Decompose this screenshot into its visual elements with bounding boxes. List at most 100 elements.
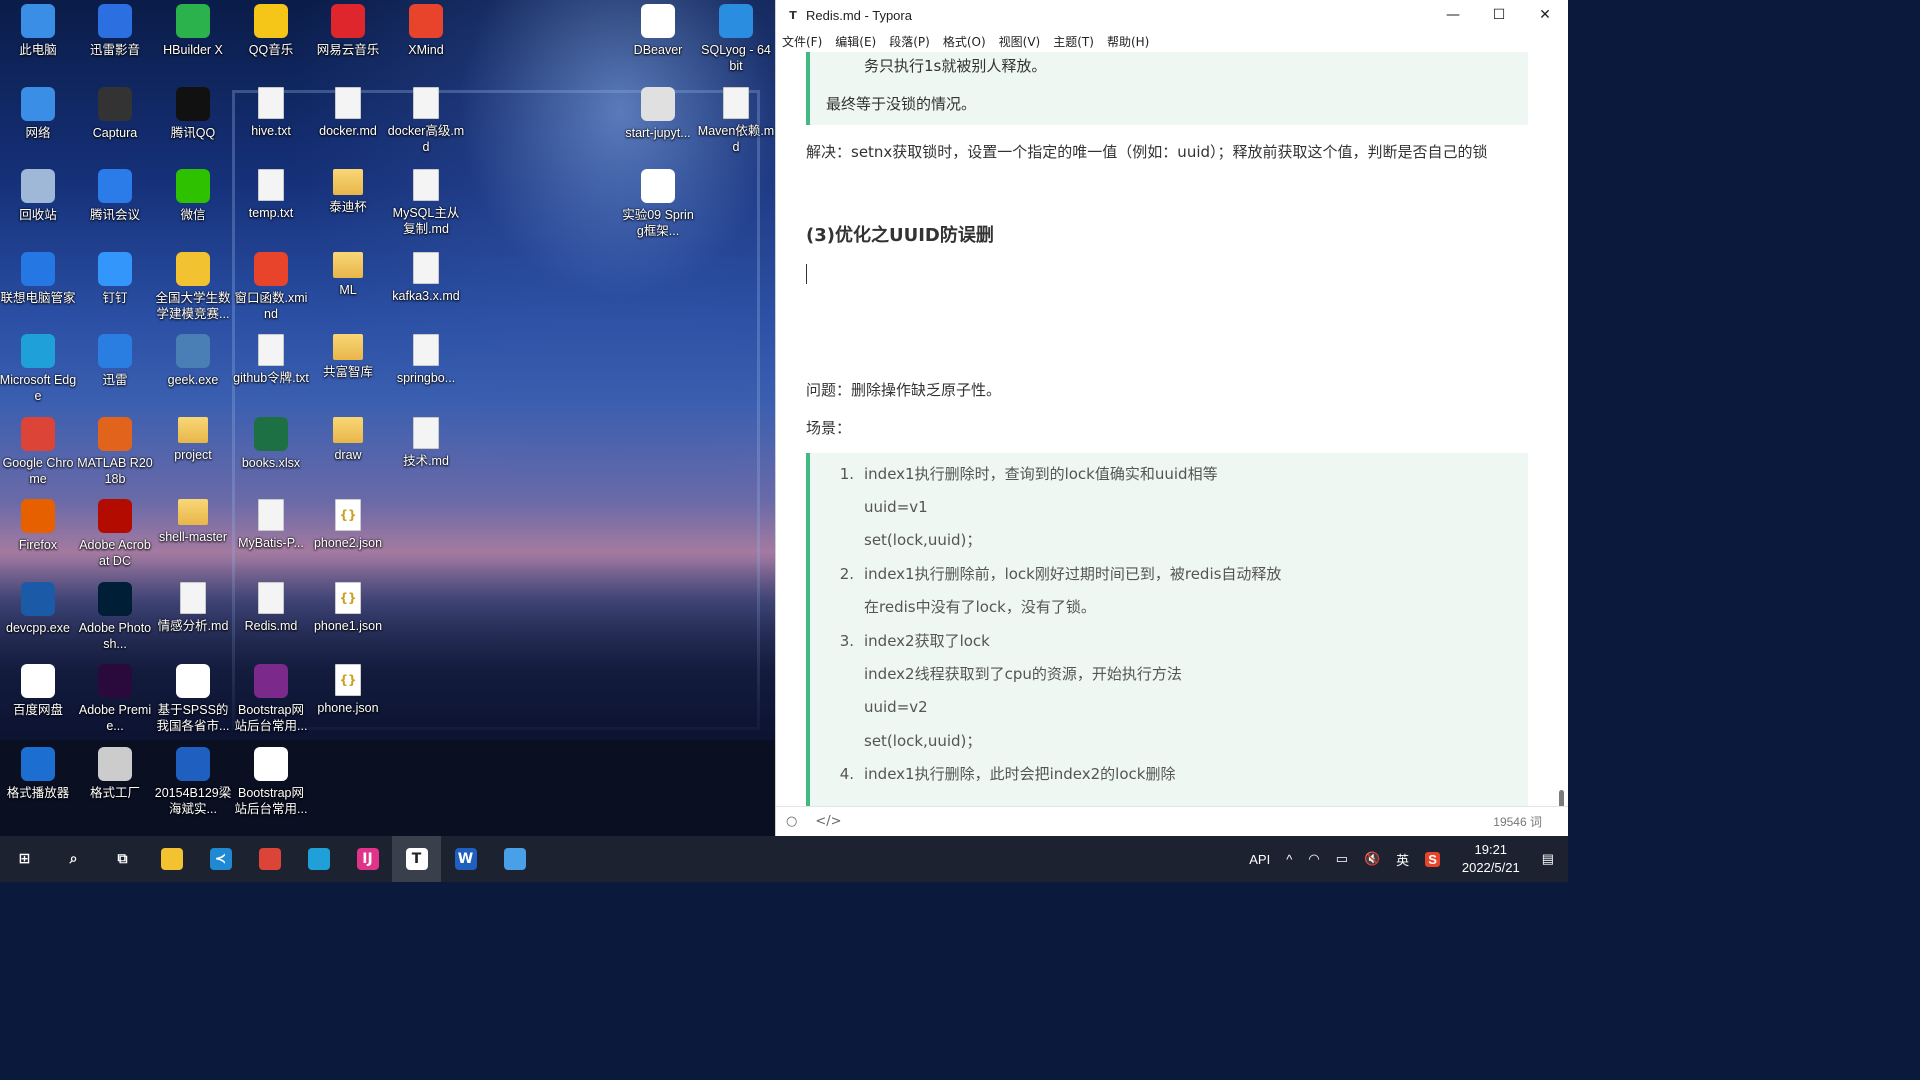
desktop-icon[interactable]: {} phone.json	[309, 664, 387, 716]
menu-view[interactable]: 视图(V)	[999, 33, 1041, 50]
close-button[interactable]: ✕	[1522, 0, 1568, 30]
menu-theme[interactable]: 主题(T)	[1053, 33, 1094, 50]
vscode-icon[interactable]: ≺	[196, 836, 245, 882]
desktop-icon[interactable]: XMind	[387, 4, 465, 58]
desktop-icon-label: Adobe Photosh...	[78, 620, 152, 651]
menu-format[interactable]: 格式(O)	[943, 33, 986, 50]
desktop-icon[interactable]: SQLyog - 64 bit	[697, 4, 775, 74]
desktop-icon[interactable]: 格式播放器	[0, 746, 77, 801]
desktop-icon[interactable]: 联想电脑管家	[0, 251, 77, 306]
desktop-icon[interactable]: Captura	[76, 86, 154, 141]
desktop-icon[interactable]: 窗口函数.xmind	[232, 251, 310, 322]
desktop-icon[interactable]: shell-master	[154, 499, 232, 545]
desktop-icon[interactable]: devcpp.exe	[0, 581, 77, 636]
desktop-icon[interactable]: draw	[309, 416, 387, 463]
word-count[interactable]: 19546 词	[1493, 813, 1542, 830]
desktop-icon[interactable]: 基于SPSS的我国各省市...	[154, 664, 232, 734]
desktop-icon[interactable]: 网易云音乐	[309, 4, 387, 58]
list-text: index1执行删除，此时会把index2的lock删除	[864, 765, 1176, 784]
start-button[interactable]: ⊞	[0, 836, 49, 882]
desktop-icon[interactable]: MySQL主从复制.md	[387, 169, 465, 237]
intellij-icon[interactable]: IJ	[343, 836, 392, 882]
editor-area[interactable]: 务只执行1s就被别人释放。 最终等于没锁的情况。 解决：setnx获取锁时，设置…	[776, 52, 1568, 806]
desktop-icon[interactable]: Bootstrap网站后台常用...	[232, 746, 310, 817]
minimize-button[interactable]: —	[1430, 0, 1476, 30]
desktop-icon[interactable]: 钉钉	[76, 251, 154, 306]
desktop-icon[interactable]: DBeaver	[619, 4, 697, 58]
ime-indicator[interactable]: 英	[1396, 850, 1409, 869]
menu-file[interactable]: 文件(F)	[782, 33, 822, 50]
api-label[interactable]: API	[1249, 852, 1270, 867]
desktop-icon[interactable]: 腾讯QQ	[154, 86, 232, 141]
desktop-icon[interactable]: 微信	[154, 169, 232, 223]
desktop-icon[interactable]: 实验09 Spring框架...	[619, 169, 697, 239]
desktop-icon[interactable]: 技术.md	[387, 416, 465, 469]
desktop-icon[interactable]: ML	[309, 251, 387, 298]
desktop-icon[interactable]: MATLAB R2018b	[76, 416, 154, 487]
desktop-icon[interactable]: 迅雷影音	[76, 4, 154, 58]
word-icon[interactable]: W	[441, 836, 490, 882]
battery-icon[interactable]: ▭	[1336, 851, 1348, 867]
source-mode-icon[interactable]: </>	[815, 814, 841, 829]
menu-help[interactable]: 帮助(H)	[1107, 33, 1149, 50]
desktop-icon[interactable]: HBuilder X	[154, 4, 232, 58]
desktop-icon[interactable]: temp.txt	[232, 169, 310, 221]
desktop-icon[interactable]: books.xlsx	[232, 416, 310, 471]
player-icon	[98, 4, 132, 38]
scrollbar-thumb[interactable]	[1559, 790, 1564, 806]
desktop-icon[interactable]: MyBatis-P...	[232, 499, 310, 551]
explorer-icon-glyph	[160, 848, 183, 870]
desktop-icon[interactable]: {} phone2.json	[309, 499, 387, 551]
wifi-icon[interactable]: ◠	[1308, 851, 1319, 867]
explorer-icon[interactable]	[147, 836, 196, 882]
desktop-icon[interactable]: kafka3.x.md	[387, 251, 465, 304]
edge-icon[interactable]	[294, 836, 343, 882]
desktop-icon[interactable]: 此电脑	[0, 4, 77, 58]
maximize-button[interactable]: ☐	[1476, 0, 1522, 30]
desktop-icon[interactable]: 网络	[0, 86, 77, 141]
desktop-icon[interactable]: Maven依赖.md	[697, 86, 775, 155]
sogou-ime-icon[interactable]: S	[1425, 851, 1440, 867]
desktop-icon[interactable]: Microsoft Edge	[0, 334, 77, 404]
desktop-icon[interactable]: 百度网盘	[0, 664, 77, 718]
desktop-icon[interactable]: 情感分析.md	[154, 581, 232, 634]
task-view-icon[interactable]: ⧉	[98, 836, 147, 882]
typora-icon[interactable]: T	[392, 836, 441, 882]
desktop-icon[interactable]: Adobe Premie...	[76, 664, 154, 734]
desktop-icon[interactable]: 迅雷	[76, 334, 154, 388]
volume-muted-icon[interactable]: 🔇	[1364, 851, 1380, 867]
desktop-icon[interactable]: Adobe Photosh...	[76, 581, 154, 652]
desktop-icon[interactable]: project	[154, 416, 232, 463]
desktop-icon[interactable]: 格式工厂	[76, 746, 154, 801]
chrome-icon[interactable]	[245, 836, 294, 882]
desktop-icon[interactable]: 20154B129梁海斌实...	[154, 746, 232, 817]
menu-edit[interactable]: 编辑(E)	[835, 33, 876, 50]
desktop-icon[interactable]: Firefox	[0, 499, 77, 553]
outline-toggle-icon[interactable]: ○	[786, 814, 797, 829]
desktop-icon[interactable]: hive.txt	[232, 86, 310, 139]
desktop-icon-label: DBeaver	[633, 43, 683, 57]
desktop-icon[interactable]: Adobe Acrobat DC	[76, 499, 154, 569]
desktop-icon[interactable]: 腾讯会议	[76, 169, 154, 223]
desktop-icon[interactable]: geek.exe	[154, 334, 232, 388]
desktop-icon[interactable]: 全国大学生数学建模竞赛...	[154, 251, 232, 322]
desktop-icon[interactable]: QQ音乐	[232, 4, 310, 58]
menu-paragraph[interactable]: 段落(P)	[889, 33, 930, 50]
desktop-icon[interactable]: 泰迪杯	[309, 169, 387, 215]
desktop-icon[interactable]: start-jupyt...	[619, 86, 697, 141]
desktop-icon[interactable]: 回收站	[0, 169, 77, 223]
desktop-icon[interactable]: Google Chrome	[0, 416, 77, 487]
desktop-icon[interactable]: Bootstrap网站后台常用...	[232, 664, 310, 734]
desktop-icon[interactable]: springbo...	[387, 334, 465, 386]
remote-desktop-icon[interactable]	[490, 836, 539, 882]
desktop-icon[interactable]: github令牌.txt	[232, 334, 310, 386]
desktop-icon[interactable]: docker.md	[309, 86, 387, 139]
search-icon[interactable]: ⌕	[49, 836, 98, 882]
desktop-icon[interactable]: {} phone1.json	[309, 581, 387, 634]
notification-icon[interactable]: ▤	[1542, 851, 1554, 867]
desktop-icon[interactable]: Redis.md	[232, 581, 310, 634]
clock[interactable]: 19:21 2022/5/21	[1462, 841, 1520, 877]
tray-overflow-icon[interactable]: ^	[1286, 852, 1292, 867]
desktop-icon[interactable]: 共富智库	[309, 334, 387, 380]
desktop-icon[interactable]: docker高级.md	[387, 86, 465, 155]
